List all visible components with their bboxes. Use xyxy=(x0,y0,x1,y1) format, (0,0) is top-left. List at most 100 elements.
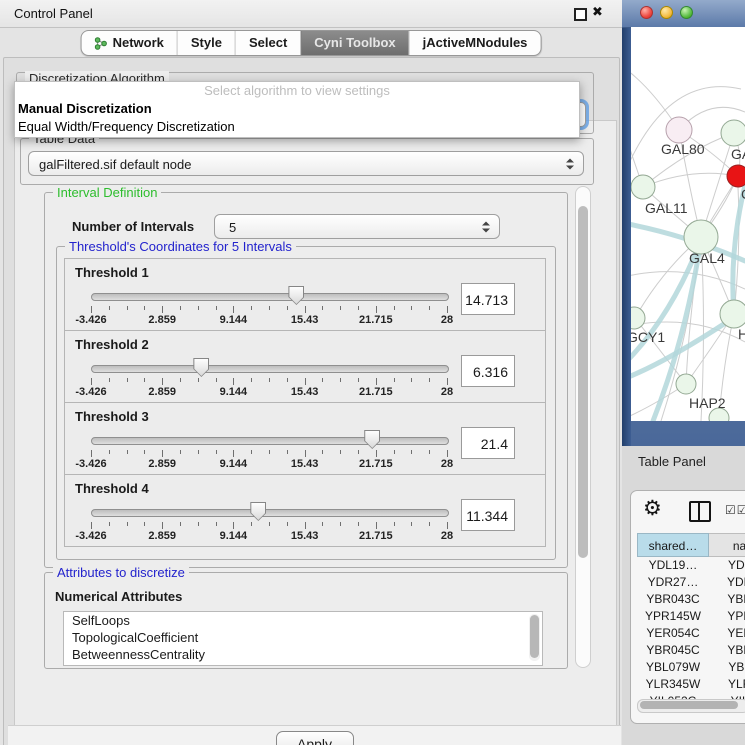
cell-shared-name[interactable]: YDR27… xyxy=(637,574,709,591)
network-node[interactable] xyxy=(631,307,645,329)
threshold-slider-track[interactable] xyxy=(91,365,449,373)
numerical-attributes-list[interactable]: SelfLoopsTopologicalCoefficientBetweenne… xyxy=(63,611,543,666)
network-graph: GAL80GACGAL11GAL4GCY1HHAP2 xyxy=(631,27,745,421)
dropdown-option-manual-discretization[interactable]: Manual Discretization xyxy=(15,100,579,118)
tab-style[interactable]: Style xyxy=(177,31,235,55)
apply-button[interactable]: Apply xyxy=(276,731,354,745)
network-node[interactable] xyxy=(676,374,696,394)
network-node[interactable] xyxy=(631,175,655,199)
network-window-titlebar[interactable] xyxy=(622,0,745,28)
minimize-traffic-light-icon[interactable] xyxy=(660,6,673,19)
threshold-panel-1: Threshold 1-3.4262.8599.14415.4321.71528… xyxy=(64,258,546,331)
threshold-slider-track[interactable] xyxy=(91,509,449,517)
cell-shared-name[interactable]: YBR043C xyxy=(637,591,709,608)
cell-name[interactable]: YBL0 xyxy=(709,659,745,676)
tab-label: Cyni Toolbox xyxy=(314,31,395,55)
slider-tick xyxy=(91,522,92,529)
float-window-icon[interactable] xyxy=(574,8,587,21)
network-node[interactable] xyxy=(666,117,692,143)
table-row[interactable]: YER054CYER0 xyxy=(637,625,745,642)
cell-name[interactable]: YER0 xyxy=(709,625,745,642)
threshold-slider-track[interactable] xyxy=(91,437,449,445)
attribute-item-betweennesscentrality[interactable]: BetweennessCentrality xyxy=(64,646,542,663)
cell-name[interactable]: YPR1 xyxy=(709,608,745,625)
tab-network[interactable]: Network xyxy=(82,31,177,55)
table-panel-title: Table Panel xyxy=(638,454,706,469)
cell-name[interactable]: YBR0 xyxy=(709,642,745,659)
column-header-shared[interactable]: shared… xyxy=(637,533,709,557)
network-node[interactable] xyxy=(721,120,745,146)
window-frame xyxy=(622,0,631,446)
table-row[interactable]: YBL079WYBL0 xyxy=(637,659,745,676)
threshold-slider-thumb[interactable] xyxy=(288,286,304,305)
threshold-value-field[interactable]: 6.316 xyxy=(461,355,515,387)
slider-tick xyxy=(358,522,359,526)
column-header-name[interactable]: na xyxy=(709,533,745,557)
slider-tick xyxy=(305,306,306,313)
threshold-slider-track[interactable] xyxy=(91,293,449,301)
table-row[interactable]: YBR043CYBR0 xyxy=(637,591,745,608)
slider-tick xyxy=(251,450,252,454)
zoom-traffic-light-icon[interactable] xyxy=(680,6,693,19)
cell-shared-name[interactable]: YDL19… xyxy=(637,557,709,574)
attribute-item-topologicalcoefficient[interactable]: TopologicalCoefficient xyxy=(64,629,542,646)
threshold-slider-thumb[interactable] xyxy=(193,358,209,377)
slider-tick xyxy=(180,306,181,310)
slider-tick xyxy=(305,522,306,529)
slider-tick xyxy=(162,522,163,529)
dropdown-option-equal-width-frequency-discretization[interactable]: Equal Width/Frequency Discretization xyxy=(15,118,579,136)
settings-vertical-scrollbar[interactable] xyxy=(575,186,591,668)
threshold-value-field[interactable]: 14.713 xyxy=(461,283,515,315)
attribute-item-selfloops[interactable]: SelfLoops xyxy=(64,612,542,629)
checkbox-icon[interactable]: ☑☑ xyxy=(725,503,745,517)
cell-shared-name[interactable]: YPR145W xyxy=(637,608,709,625)
cell-name[interactable]: YBR0 xyxy=(709,591,745,608)
cell-shared-name[interactable]: YBL079W xyxy=(637,659,709,676)
threshold-slider-thumb[interactable] xyxy=(250,502,266,521)
combo-arrows-icon xyxy=(482,221,490,232)
attributes-scrollbar[interactable] xyxy=(529,614,540,661)
slider-tick xyxy=(411,306,412,310)
cell-name[interactable]: YLR3 xyxy=(709,676,745,693)
scrollbar-thumb[interactable] xyxy=(640,701,738,709)
tab-cyni-toolbox[interactable]: Cyni Toolbox xyxy=(300,31,408,55)
slider-scale-label: 28 xyxy=(441,314,453,326)
cell-name[interactable]: YDL1 xyxy=(709,557,745,574)
columns-icon[interactable] xyxy=(689,501,711,522)
table-row[interactable]: YLR345WYLR3 xyxy=(637,676,745,693)
slider-tick xyxy=(127,522,128,526)
table-row[interactable]: YBR045CYBR0 xyxy=(637,642,745,659)
slider-tick xyxy=(109,378,110,382)
tab-select[interactable]: Select xyxy=(235,31,300,55)
cell-shared-name[interactable]: YER054C xyxy=(637,625,709,642)
cell-name[interactable]: YDR2 xyxy=(709,574,745,591)
network-node[interactable] xyxy=(727,165,745,187)
network-canvas[interactable]: GAL80GACGAL11GAL4GCY1HHAP2 xyxy=(631,27,745,421)
network-node[interactable] xyxy=(720,300,745,328)
cell-shared-name[interactable]: YBR045C xyxy=(637,642,709,659)
threshold-value-field[interactable]: 11.344 xyxy=(461,499,515,531)
cell-shared-name[interactable]: YLR345W xyxy=(637,676,709,693)
table-row[interactable]: YDL19…YDL1 xyxy=(637,557,745,574)
slider-tick xyxy=(305,450,306,457)
scrollbar-thumb[interactable] xyxy=(578,206,588,558)
table-horizontal-scrollbar[interactable] xyxy=(637,699,745,713)
slider-tick xyxy=(394,306,395,310)
slider-tick xyxy=(447,450,448,457)
slider-tick xyxy=(322,522,323,526)
tab-jactivemnodules[interactable]: jActiveMNodules xyxy=(409,31,541,55)
threshold-value-field[interactable]: 21.4 xyxy=(461,427,515,459)
table-row[interactable]: YDR27…YDR2 xyxy=(637,574,745,591)
number-of-intervals-combobox[interactable]: 5 xyxy=(214,214,500,239)
slider-tick xyxy=(376,378,377,385)
close-icon[interactable]: ✖ xyxy=(592,5,603,20)
network-view-window[interactable]: GAL80GACGAL11GAL4GCY1HHAP2 xyxy=(622,0,745,446)
slider-tick xyxy=(340,378,341,382)
table-data-combobox[interactable]: galFiltered.sif default node xyxy=(28,151,584,176)
table-row[interactable]: YPR145WYPR1 xyxy=(637,608,745,625)
close-traffic-light-icon[interactable] xyxy=(640,6,653,19)
scrollbar-thumb[interactable] xyxy=(530,615,539,658)
network-node[interactable] xyxy=(684,220,718,254)
threshold-slider-thumb[interactable] xyxy=(364,430,380,449)
gear-icon[interactable]: ⚙ xyxy=(643,496,662,520)
